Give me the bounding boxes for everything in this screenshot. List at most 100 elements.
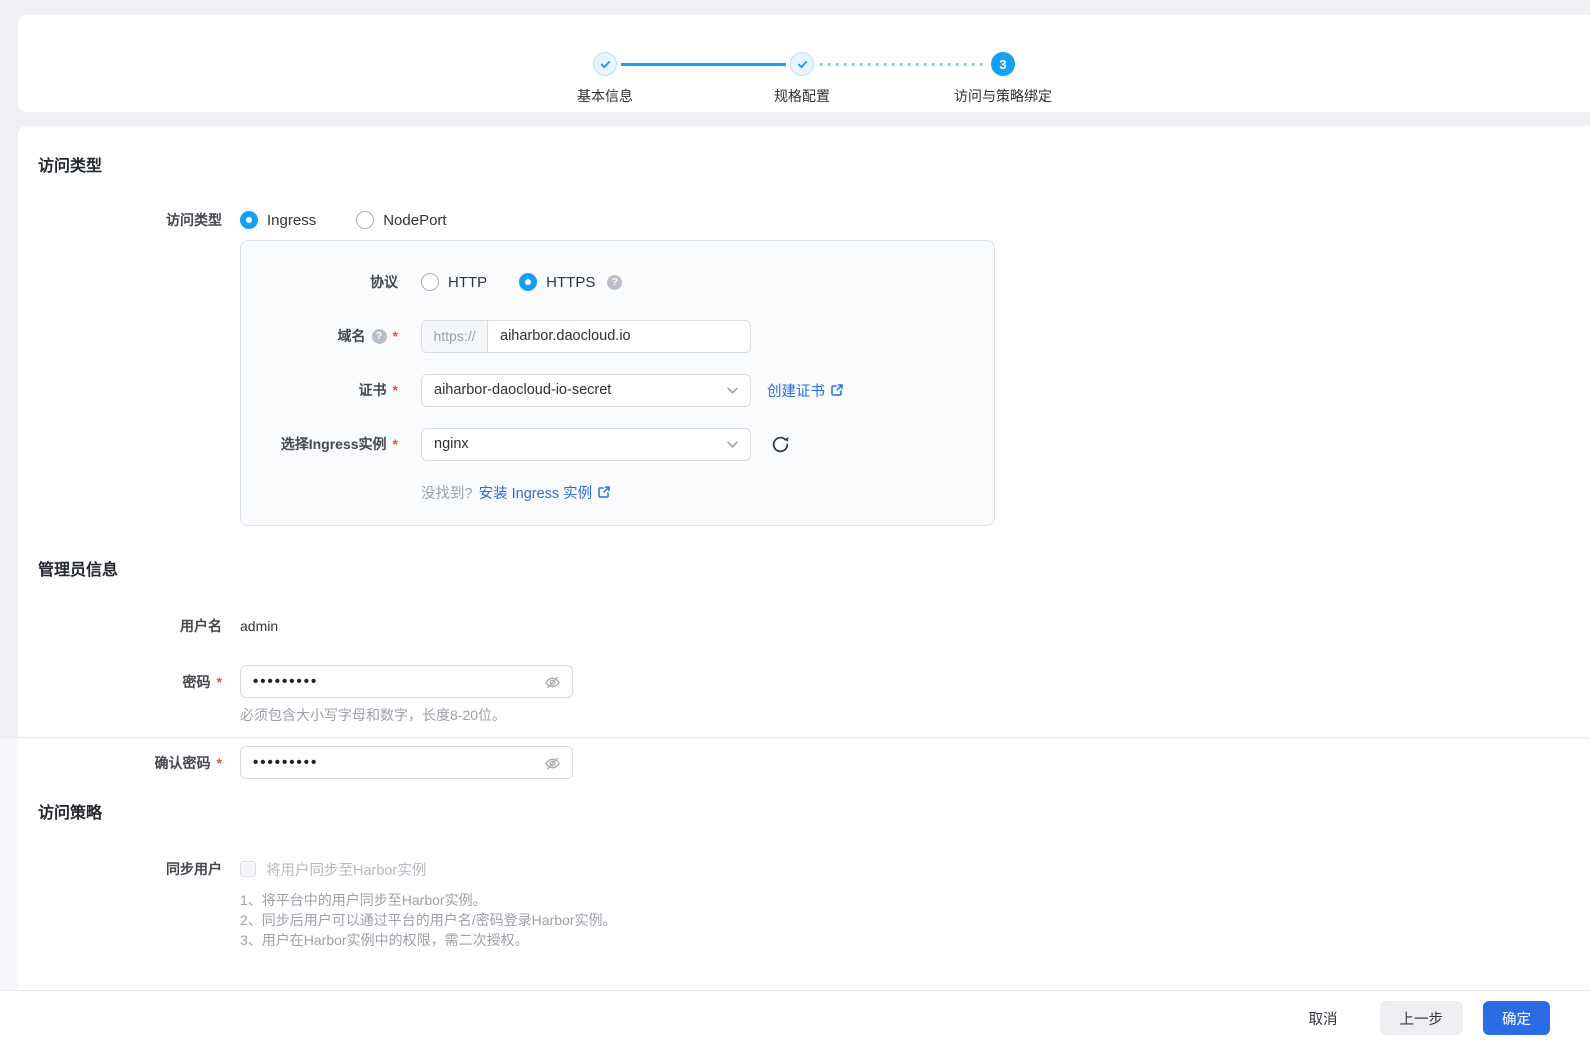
- required-asterisk: *: [217, 674, 222, 690]
- username-value-wrap: admin: [240, 618, 278, 634]
- domain-row: 域名 ? * https://: [241, 320, 994, 352]
- ingress-helper-row: 没找到? 安装 Ingress 实例: [421, 482, 994, 502]
- certificate-label: 证书 *: [241, 380, 398, 400]
- radio-https[interactable]: HTTPS: [519, 273, 595, 291]
- confirm-password-control: [240, 746, 573, 779]
- required-asterisk: *: [393, 382, 398, 398]
- domain-input-group: https://: [421, 320, 751, 353]
- step-connector-2: [820, 63, 985, 66]
- sync-note-2: 2、同步后用户可以通过平台的用户名/密码登录Harbor实例。: [240, 910, 1590, 930]
- protocol-label: 协议: [241, 272, 398, 292]
- domain-help-icon[interactable]: ?: [372, 329, 387, 344]
- radio-unselected-icon: [356, 211, 374, 229]
- sync-users-checkbox-label: 将用户同步至Harbor实例: [266, 859, 426, 880]
- step2-check-icon: [790, 52, 814, 76]
- step3-number-badge: 3: [991, 52, 1015, 76]
- ingress-instance-select-value: nginx: [434, 436, 469, 452]
- confirm-button[interactable]: 确定: [1483, 1001, 1550, 1035]
- toggle-password-visibility[interactable]: [543, 673, 562, 692]
- radio-http-label: HTTP: [448, 274, 487, 291]
- required-asterisk: *: [393, 328, 398, 344]
- sync-users-checkbox[interactable]: [240, 861, 256, 877]
- sync-users-notes: 1、将平台中的用户同步至Harbor实例。 2、同步后用户可以通过平台的用户名/…: [240, 890, 1590, 950]
- eye-off-icon: [543, 754, 562, 773]
- radio-ingress-label: Ingress: [267, 212, 316, 229]
- password-label-text: 密码: [183, 672, 211, 692]
- step-access-binding[interactable]: 3 访问与策略绑定: [991, 52, 1015, 76]
- step2-label: 规格配置: [774, 86, 830, 106]
- protocol-options: HTTP HTTPS ?: [421, 273, 622, 291]
- ingress-instance-label: 选择Ingress实例 *: [241, 434, 398, 454]
- password-row: 密码 *: [38, 665, 1590, 698]
- confirm-password-label: 确认密码 *: [38, 753, 222, 773]
- ingress-config-panel: 协议 HTTP HTTPS ? 域名 ?: [240, 240, 995, 526]
- protocol-row: 协议 HTTP HTTPS ?: [241, 266, 994, 298]
- access-type-options: Ingress NodePort: [240, 211, 447, 229]
- sync-note-1: 1、将平台中的用户同步至Harbor实例。: [240, 890, 1590, 910]
- form-content: 访问类型 访问类型 Ingress NodePort 协议: [18, 126, 1590, 950]
- section-title-policy: 访问策略: [38, 803, 1590, 825]
- toggle-confirm-password-visibility[interactable]: [543, 754, 562, 773]
- create-certificate-link[interactable]: 创建证书: [767, 380, 844, 401]
- password-hint: 必须包含大小写字母和数字，长度8-20位。: [240, 705, 1590, 725]
- confirm-password-field-wrap: [240, 746, 573, 779]
- step-connector-1: [621, 63, 786, 66]
- radio-unselected-icon: [421, 273, 439, 291]
- certificate-control: aiharbor-daocloud-io-secret 创建证书: [421, 374, 844, 407]
- confirm-password-label-text: 确认密码: [155, 753, 211, 773]
- sync-note-3: 3、用户在Harbor实例中的权限，需二次授权。: [240, 930, 1590, 950]
- sticky-sheet-divider: [0, 737, 1590, 738]
- sync-users-row: 同步用户 将用户同步至Harbor实例: [38, 857, 1590, 881]
- username-row: 用户名 admin: [38, 610, 1590, 642]
- left-margin-strip: [0, 738, 18, 990]
- section-title-admin: 管理员信息: [38, 560, 1590, 582]
- radio-nodeport-label: NodePort: [383, 212, 446, 229]
- external-link-icon: [597, 485, 611, 499]
- step1-label: 基本信息: [577, 86, 633, 106]
- radio-http[interactable]: HTTP: [421, 273, 487, 291]
- ingress-instance-label-text: 选择Ingress实例: [281, 434, 387, 454]
- install-ingress-link[interactable]: 安装 Ingress 实例: [479, 482, 612, 503]
- step3-label: 访问与策略绑定: [954, 86, 1052, 106]
- ingress-instance-row: 选择Ingress实例 * nginx: [241, 428, 994, 460]
- step-spec-config[interactable]: 规格配置: [790, 52, 814, 76]
- footer-action-bar: 取消 上一步 确定: [0, 990, 1590, 1045]
- step-basic-info[interactable]: 基本信息: [593, 52, 617, 76]
- radio-selected-icon: [240, 211, 258, 229]
- certificate-label-text: 证书: [359, 380, 387, 400]
- ingress-instance-select[interactable]: nginx: [421, 428, 751, 461]
- radio-nodeport[interactable]: NodePort: [356, 211, 446, 229]
- required-asterisk: *: [217, 755, 222, 771]
- username-label: 用户名: [38, 616, 222, 636]
- wizard-header-card: 基本信息 规格配置 3 访问与策略绑定: [18, 15, 1590, 112]
- password-field-wrap: [240, 665, 573, 698]
- form-card: 访问类型 访问类型 Ingress NodePort 协议: [18, 126, 1590, 1045]
- sync-users-control: 将用户同步至Harbor实例: [240, 857, 426, 881]
- refresh-button[interactable]: [770, 434, 791, 455]
- domain-label: 域名 ? *: [241, 326, 398, 346]
- confirm-password-input[interactable]: [241, 754, 572, 771]
- domain-protocol-prefix: https://: [422, 321, 488, 352]
- section-title-access-type: 访问类型: [38, 156, 1590, 178]
- certificate-select-value: aiharbor-daocloud-io-secret: [434, 382, 611, 398]
- access-type-label: 访问类型: [38, 210, 222, 230]
- ingress-instance-control: nginx: [421, 428, 791, 461]
- domain-input[interactable]: [488, 321, 750, 352]
- previous-step-button[interactable]: 上一步: [1380, 1001, 1464, 1035]
- certificate-row: 证书 * aiharbor-daocloud-io-secret 创建证书: [241, 374, 994, 406]
- wizard-stepper: 基本信息 规格配置 3 访问与策略绑定: [593, 52, 1015, 76]
- access-type-row: 访问类型 Ingress NodePort: [38, 204, 1590, 236]
- password-input[interactable]: [241, 673, 572, 690]
- cancel-button[interactable]: 取消: [1299, 1001, 1348, 1035]
- radio-https-label: HTTPS: [546, 274, 595, 291]
- certificate-select[interactable]: aiharbor-daocloud-io-secret: [421, 374, 751, 407]
- domain-control: https://: [421, 320, 751, 353]
- chevron-down-icon: [727, 387, 738, 394]
- step1-check-icon: [593, 52, 617, 76]
- radio-ingress[interactable]: Ingress: [240, 211, 316, 229]
- refresh-icon: [770, 434, 791, 455]
- create-certificate-link-text: 创建证书: [767, 380, 825, 401]
- https-help-icon[interactable]: ?: [607, 275, 622, 290]
- password-label: 密码 *: [38, 672, 222, 692]
- radio-selected-icon: [519, 273, 537, 291]
